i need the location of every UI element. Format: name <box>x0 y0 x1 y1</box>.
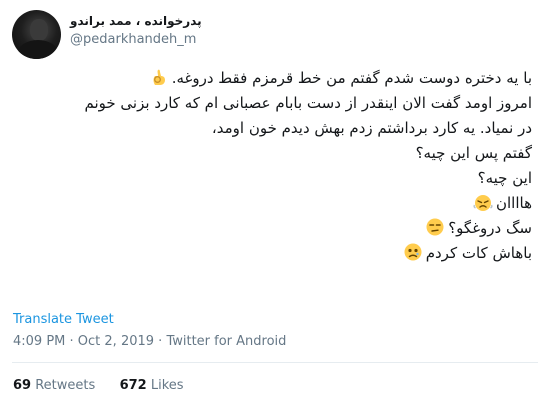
tweet-source[interactable]: Twitter for Android <box>166 334 286 349</box>
tweet-line-2: امروز اومد گفت الان اینقدر از دست بابام … <box>84 94 532 112</box>
tweet-header: پدرخوانده ، ممد براندو @pedarkhandeh_m <box>12 10 538 60</box>
ok-hand-icon <box>153 69 165 85</box>
tweet-line-text: سگ دروغگو؟ <box>448 219 532 237</box>
author-names: پدرخوانده ، ممد براندو @pedarkhandeh_m <box>70 12 202 50</box>
translate-tweet-link[interactable]: Translate Tweet <box>13 312 114 327</box>
tweet-line-text: باهاش کات کردم <box>425 244 532 262</box>
avatar-face <box>30 19 48 41</box>
retweets-count[interactable]: 69 <box>13 378 31 393</box>
meta-separator: · <box>154 334 167 349</box>
tweet-stats: 69 Retweets 672 Likes <box>13 378 184 393</box>
tweet-line-4: گفتم پس این چیه؟ <box>415 144 532 162</box>
author-handle[interactable]: @pedarkhandeh_m <box>70 30 202 50</box>
avatar-shoulders <box>18 40 58 59</box>
meta-separator: · <box>65 334 78 349</box>
tweet-line-7: سگ دروغگو؟ <box>12 216 532 241</box>
likes-count[interactable]: 672 <box>120 378 147 393</box>
tweet-meta: 4:09 PM · Oct 2, 2019 · Twitter for Andr… <box>13 334 286 349</box>
tweet-date[interactable]: Oct 2, 2019 <box>78 334 154 349</box>
divider <box>12 362 538 363</box>
tweet-line-1: با یه دختره دوست شدم گفتم من خط قرمزم فق… <box>12 66 532 91</box>
tweet-text: با یه دختره دوست شدم گفتم من خط قرمزم فق… <box>12 66 532 266</box>
tweet-time[interactable]: 4:09 PM <box>13 334 65 349</box>
avatar[interactable] <box>12 10 61 59</box>
retweets-label[interactable]: Retweets <box>35 378 95 393</box>
woozy-face-icon <box>404 243 422 261</box>
tweet-line-6: هاااان <box>12 191 532 216</box>
tweet-line-text: با یه دختره دوست شدم گفتم من خط قرمزم فق… <box>171 69 532 87</box>
tweet-line-8: باهاش کات کردم <box>12 241 532 266</box>
unamused-face-icon <box>426 218 444 236</box>
tweet-line-5: این چیه؟ <box>477 169 532 187</box>
author-display-name[interactable]: پدرخوانده ، ممد براندو <box>70 12 202 30</box>
tweet-line-text: هاااان <box>496 194 532 212</box>
tweet-line-3: در نمیاد. یه کارد برداشتم زدم بهش دیدم خ… <box>211 119 532 137</box>
likes-label[interactable]: Likes <box>151 378 184 393</box>
angry-steam-face-icon <box>473 195 493 211</box>
